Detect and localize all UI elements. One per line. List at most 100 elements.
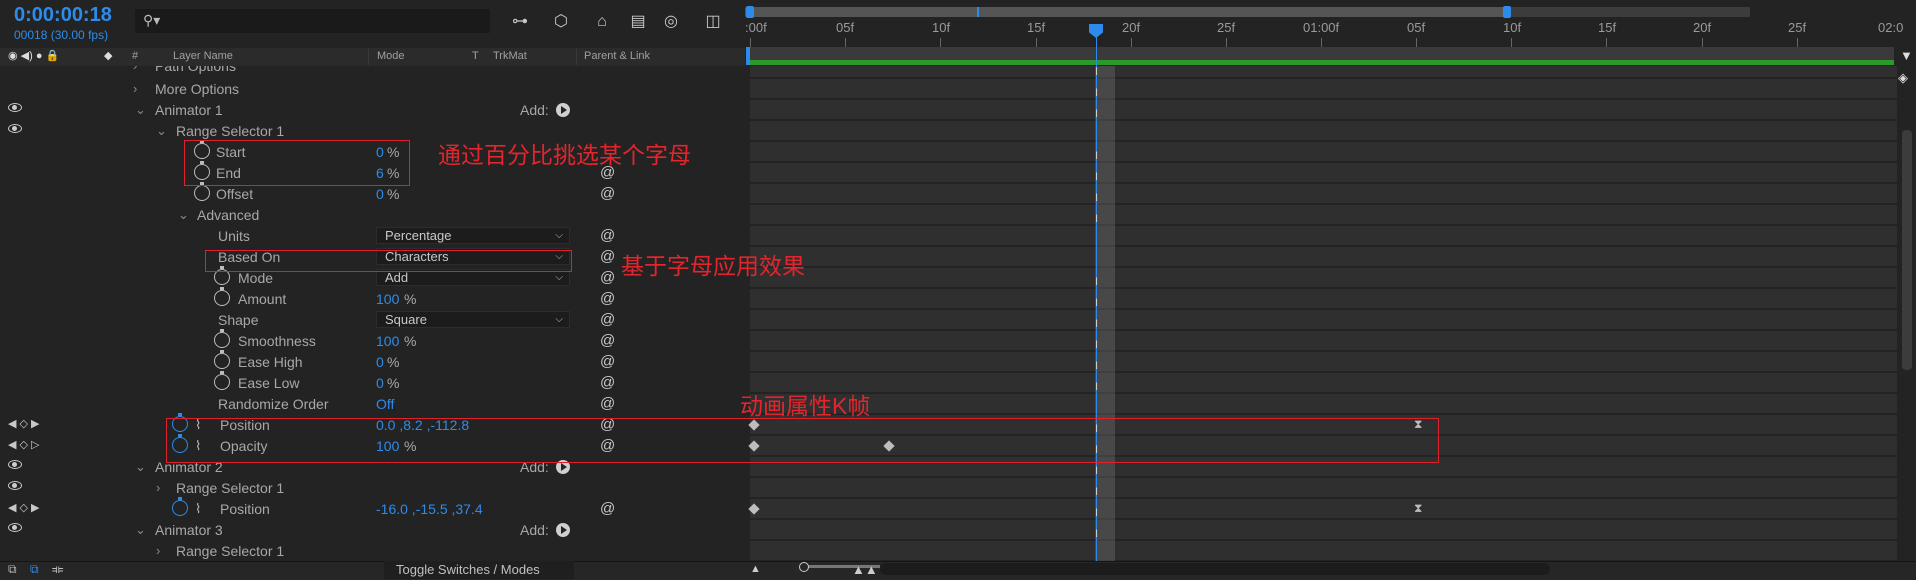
vertical-scroll-thumb[interactable] bbox=[1902, 130, 1912, 370]
property-value[interactable]: 0 bbox=[376, 375, 384, 391]
composition-flowchart-icon[interactable]: ⊶ bbox=[508, 10, 532, 34]
ruler-tick-label: 10f bbox=[1503, 20, 1522, 35]
visibility-eye-icon[interactable] bbox=[8, 481, 22, 490]
property-value[interactable]: -16.0 ,-15.5 ,37.4 bbox=[376, 501, 483, 517]
property-row-path-options[interactable]: › Path Options bbox=[0, 66, 745, 79]
property-row-shape[interactable]: Shape Square ⌵ @ bbox=[0, 310, 745, 331]
add-property-button[interactable] bbox=[556, 523, 570, 537]
ruler-tick-label: 01:00f bbox=[1303, 20, 1340, 35]
property-label: Offset bbox=[216, 186, 254, 202]
column-trkmat[interactable]: TrkMat bbox=[493, 50, 527, 62]
motion-blur-icon[interactable]: ◎ bbox=[659, 10, 683, 34]
pick-whip-icon[interactable]: @ bbox=[600, 500, 615, 517]
collapse-chevron-icon[interactable]: ⌄ bbox=[135, 522, 146, 538]
expand-chevron-icon[interactable]: › bbox=[133, 81, 137, 96]
property-row-range-selector-1[interactable]: › Range Selector 1 bbox=[0, 478, 745, 499]
label-tag-icon[interactable]: ◆ bbox=[104, 49, 112, 62]
pick-whip-icon[interactable]: @ bbox=[600, 185, 615, 202]
visibility-eye-icon[interactable] bbox=[8, 103, 22, 112]
pick-whip-icon[interactable]: @ bbox=[600, 269, 615, 286]
expand-chevron-icon[interactable]: › bbox=[156, 543, 160, 558]
visibility-eye-icon[interactable] bbox=[8, 460, 22, 469]
graph-icon[interactable]: ⌇ bbox=[195, 501, 201, 517]
property-row-animator-3[interactable]: ⌄ Animator 3 Add: bbox=[0, 520, 745, 541]
av-features-icons[interactable]: ◉ ◀) ● 🔒 bbox=[8, 49, 59, 62]
shape-dropdown[interactable]: Square ⌵ bbox=[376, 311, 570, 328]
ruler-tick bbox=[1797, 38, 1798, 47]
collapse-chevron-icon[interactable]: ⌄ bbox=[135, 459, 146, 475]
property-value[interactable]: Off bbox=[376, 396, 394, 412]
property-row-units[interactable]: Units Percentage ⌵ @ bbox=[0, 226, 745, 247]
property-row-animator-1[interactable]: ⌄ Animator 1 Add: bbox=[0, 100, 745, 121]
keyframe-navigator-icon[interactable]: ◀ ◇ ▶ bbox=[8, 417, 40, 430]
property-value[interactable]: 100 bbox=[376, 333, 399, 349]
visibility-eye-icon[interactable] bbox=[8, 523, 22, 532]
pick-whip-icon[interactable]: @ bbox=[600, 248, 615, 265]
zoom-slider-knob[interactable] bbox=[799, 562, 809, 572]
layer-search-input[interactable] bbox=[135, 9, 490, 33]
keyframe-navigator-icon[interactable]: ◀ ◇ ▶ bbox=[8, 501, 40, 514]
transfer-controls-icon[interactable]: ⧉ bbox=[30, 562, 39, 577]
collapse-chevron-icon[interactable]: ⌄ bbox=[156, 123, 167, 139]
column-mode[interactable]: Mode bbox=[377, 50, 405, 62]
column-layer-name[interactable]: Layer Name bbox=[173, 50, 233, 62]
stopwatch-icon[interactable] bbox=[214, 371, 230, 390]
comp-marker-bin-icon[interactable]: ▼ bbox=[1900, 48, 1913, 63]
stopwatch-icon[interactable] bbox=[172, 497, 188, 516]
navigator-cti-marker bbox=[977, 7, 979, 17]
visibility-eye-icon[interactable] bbox=[8, 124, 22, 133]
graph-editor-icon[interactable]: ◫ bbox=[701, 10, 725, 34]
time-navigator-bar[interactable] bbox=[745, 7, 1505, 17]
pick-whip-icon[interactable]: @ bbox=[600, 311, 615, 328]
units-dropdown[interactable]: Percentage ⌵ bbox=[376, 227, 570, 244]
pick-whip-icon[interactable]: @ bbox=[600, 227, 615, 244]
property-row-range-selector-1[interactable]: › Range Selector 1 bbox=[0, 541, 745, 561]
draft-3d-icon[interactable]: ⬡ bbox=[549, 10, 573, 34]
property-row-more-options[interactable]: › More Options bbox=[0, 79, 745, 100]
property-row-ease-low[interactable]: Ease Low 0 % @ bbox=[0, 371, 745, 394]
pick-whip-icon[interactable]: @ bbox=[600, 290, 615, 307]
stopwatch-icon[interactable] bbox=[214, 329, 230, 348]
property-value[interactable]: 0 bbox=[376, 354, 384, 370]
column-parent-link[interactable]: Parent & Link bbox=[584, 50, 650, 62]
property-value[interactable]: 100 bbox=[376, 291, 399, 307]
time-navigator-track[interactable] bbox=[1505, 7, 1750, 17]
zoom-out-icon[interactable]: ▲ bbox=[750, 563, 761, 575]
add-property-button[interactable] bbox=[556, 103, 570, 117]
property-row-position[interactable]: ◀ ◇ ▶ ⌇ Position -16.0 ,-15.5 ,37.4 @ bbox=[0, 497, 745, 520]
property-row-randomize-order[interactable]: Randomize Order Off @ bbox=[0, 394, 745, 415]
keyframe-navigator-icon[interactable]: ◀ ◇ ▷ bbox=[8, 438, 40, 451]
property-row-smoothness[interactable]: Smoothness 100 % @ bbox=[0, 329, 745, 352]
property-row-advanced[interactable]: ⌄ Advanced bbox=[0, 205, 745, 226]
horizontal-scrollbar[interactable] bbox=[880, 563, 1550, 575]
navigator-start-handle[interactable] bbox=[746, 6, 754, 18]
collapse-chevron-icon[interactable]: ⌄ bbox=[178, 207, 189, 223]
stopwatch-icon[interactable] bbox=[194, 182, 210, 201]
property-row-amount[interactable]: Amount 100 % @ bbox=[0, 287, 745, 310]
pick-whip-icon[interactable]: @ bbox=[600, 374, 615, 391]
navigator-end-handle[interactable] bbox=[1503, 6, 1511, 18]
timeline-tracks[interactable]: ⧗ ⧗ bbox=[745, 66, 1897, 561]
property-row-offset[interactable]: Offset 0 % @ bbox=[0, 182, 745, 205]
stopwatch-icon[interactable] bbox=[214, 350, 230, 369]
pick-whip-icon[interactable]: @ bbox=[600, 332, 615, 349]
shy-layers-icon[interactable]: ⌂ bbox=[590, 10, 614, 34]
pick-whip-icon[interactable]: @ bbox=[600, 395, 615, 412]
stopwatch-icon[interactable] bbox=[214, 287, 230, 306]
in-out-panel-icon[interactable]: ⟚ bbox=[52, 562, 63, 577]
expand-chevron-icon[interactable]: › bbox=[133, 66, 137, 73]
ruler-tick bbox=[1511, 38, 1512, 47]
expand-chevron-icon[interactable]: › bbox=[156, 480, 160, 495]
keyframe-hold-icon[interactable]: ⧗ bbox=[1414, 501, 1422, 516]
frame-blending-icon[interactable]: ▤ bbox=[626, 10, 650, 34]
collapse-chevron-icon[interactable]: ⌄ bbox=[135, 102, 146, 118]
layer-switches-icon[interactable]: ⧉ bbox=[8, 562, 17, 577]
work-area-range[interactable] bbox=[749, 60, 1894, 65]
current-time-display[interactable]: 0:00:00:18 bbox=[14, 4, 112, 27]
property-value[interactable]: 0 bbox=[376, 186, 384, 202]
property-row-ease-high[interactable]: Ease High 0 % @ bbox=[0, 350, 745, 373]
comp-button-icon[interactable]: ◈ bbox=[1898, 70, 1908, 86]
pick-whip-icon[interactable]: @ bbox=[600, 353, 615, 370]
zoom-in-icon[interactable]: ▲▲ bbox=[852, 562, 878, 577]
work-area-start-handle[interactable] bbox=[746, 47, 750, 65]
